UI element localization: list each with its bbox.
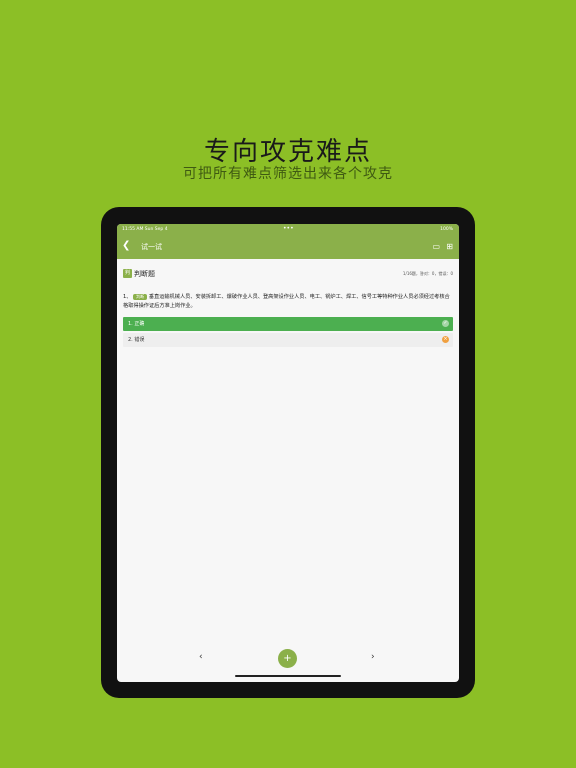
status-bar: 11:55 AM Sun Sep 4 ••• 100% [117,224,459,235]
add-button[interactable]: + [278,649,297,668]
question-type-tag: 判 [123,269,132,278]
home-indicator [235,675,341,677]
grid-icon[interactable]: ⊞ [446,242,453,251]
nav-bar: ❮ 试一试 ▭ ⊞ [117,235,459,259]
multitask-dots[interactable]: ••• [283,225,294,232]
page-title: 试一试 [141,243,162,251]
question-header: 判 判断题 1/16题，答对：0，错误：0 [117,259,459,279]
battery-level: 100% [440,227,453,232]
next-button[interactable]: › [371,652,375,662]
promo-subtitle: 可把所有难点筛选出来各个攻克 [183,166,393,182]
cross-icon: × [442,336,449,343]
question-type-label: 判断题 [134,270,155,278]
option-wrong[interactable]: 2. 错误 × [123,333,453,347]
question-body: 垂直运输机械人员、安装拆卸工、爆破作业人员、登高架设作业人员、电工、锅炉工、焊工… [123,294,450,309]
question-text: 1、 判断 垂直运输机械人员、安装拆卸工、爆破作业人员、登高架设作业人员、电工、… [123,293,453,311]
card-icon[interactable]: ▭ [432,242,440,251]
question-number: 1、 [123,294,132,300]
prev-button[interactable]: ‹ [199,652,203,662]
question-stats: 1/16题，答对：0，错误：0 [402,271,453,276]
status-time: 11:55 AM Sun Sep 4 [122,227,168,232]
question-badge: 判断 [133,294,148,300]
app-screen: 11:55 AM Sun Sep 4 ••• 100% ❮ 试一试 ▭ ⊞ 判 … [117,224,459,682]
chevron-left-icon[interactable]: ❮ [122,240,130,251]
check-icon: ✓ [442,320,449,327]
option-label: 1. 正确 [128,321,145,327]
option-correct[interactable]: 1. 正确 ✓ [123,317,453,331]
option-label: 2. 错误 [128,337,145,343]
